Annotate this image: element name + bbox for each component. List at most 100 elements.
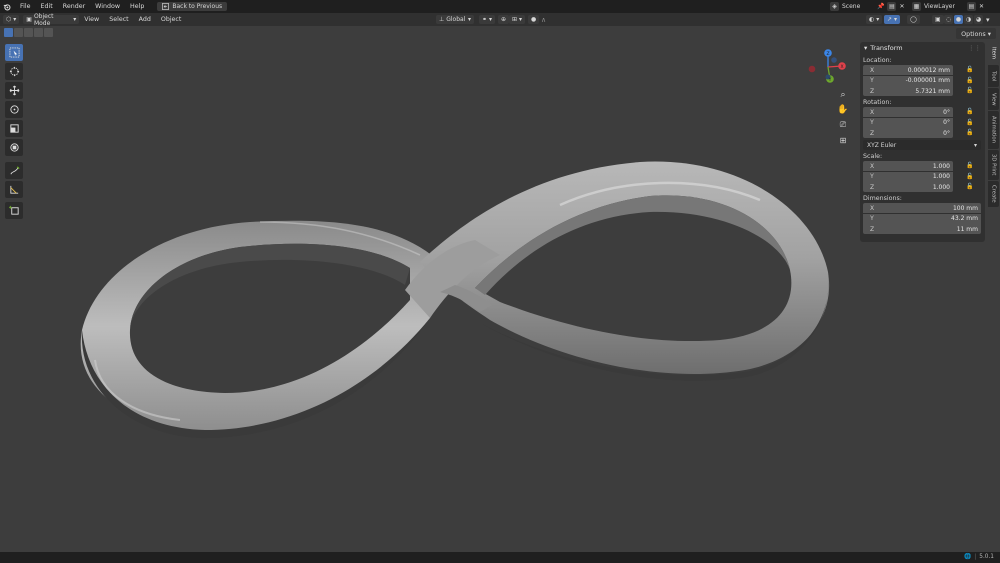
rotation-z-value: 0° bbox=[943, 129, 950, 137]
zoom-button[interactable]: ⌕ bbox=[836, 88, 850, 102]
dimensions-x-field[interactable]: X 100 mm bbox=[863, 203, 981, 213]
3d-viewport[interactable]: Options ▾ X Z Y ⌕ ✋ ⎚ ⊞ ▾ Transform ⋮⋮ L… bbox=[0, 26, 1000, 552]
rotation-mode-dropdown[interactable]: XYZ Euler ▾ bbox=[863, 140, 981, 150]
cursor-tool[interactable] bbox=[5, 63, 23, 80]
lock-icon[interactable]: 🔓 bbox=[966, 77, 974, 85]
pin-icon[interactable]: 📌 bbox=[877, 3, 884, 10]
dimensions-z-field[interactable]: Z 11 mm bbox=[863, 224, 981, 234]
scale-tool[interactable] bbox=[5, 120, 23, 137]
axis-label: X bbox=[869, 204, 875, 212]
transform-tool[interactable] bbox=[5, 139, 23, 156]
menu-file[interactable]: File bbox=[15, 3, 36, 10]
menu-render[interactable]: Render bbox=[58, 3, 90, 10]
new-scene-icon[interactable]: ▤ bbox=[887, 2, 897, 11]
scale-x-field[interactable]: X 1.000 🔓 bbox=[863, 161, 973, 171]
header-menu-view[interactable]: View bbox=[79, 16, 104, 23]
move-tool[interactable] bbox=[5, 82, 23, 99]
rotation-y-field[interactable]: Y 0° 🔓 bbox=[863, 117, 973, 128]
solid-shading-icon[interactable]: ● bbox=[954, 15, 963, 24]
header-menu-add[interactable]: Add bbox=[134, 16, 156, 23]
select-intersect-icon[interactable] bbox=[44, 28, 53, 37]
delete-view-layer-icon[interactable]: ✕ bbox=[979, 3, 984, 10]
rendered-shading-icon[interactable]: ◕ bbox=[974, 15, 983, 24]
material-shading-icon[interactable]: ◑ bbox=[964, 15, 973, 24]
new-view-layer-icon[interactable]: ▤ bbox=[967, 2, 976, 11]
tab-animation[interactable]: Animation bbox=[988, 111, 999, 149]
scene-selector[interactable]: ◈ Scene 📌 ▤ ✕ bbox=[830, 2, 905, 11]
transform-orientation-selector[interactable]: ⊥ Global ▾ bbox=[436, 15, 474, 24]
rotate-icon bbox=[9, 105, 19, 114]
editor-type-icon: ⬡ bbox=[6, 16, 12, 23]
shading-options-chevron-icon[interactable]: ▾ bbox=[986, 16, 990, 24]
options-button[interactable]: Options ▾ bbox=[956, 28, 996, 39]
add-cube-tool[interactable] bbox=[5, 202, 23, 219]
gizmo-toggle[interactable]: ↗ ▾ bbox=[884, 15, 901, 24]
lock-icon[interactable]: 🔓 bbox=[966, 162, 974, 170]
editor-type-button[interactable]: ⬡ ▾ bbox=[3, 15, 20, 24]
delete-scene-icon[interactable]: ✕ bbox=[899, 3, 904, 10]
mode-selector[interactable]: ▣ Object Mode ▾ bbox=[23, 13, 80, 27]
separator: | bbox=[974, 554, 977, 560]
select-invert-icon[interactable] bbox=[34, 28, 43, 37]
perspective-toggle-button[interactable]: ⊞ bbox=[836, 133, 850, 147]
transform-panel-header[interactable]: ▾ Transform ⋮⋮ bbox=[860, 42, 985, 54]
overlay-toggle[interactable]: ◯ bbox=[907, 15, 920, 24]
location-z-field[interactable]: Z 5.7321 mm 🔓 bbox=[863, 86, 973, 96]
camera-view-button[interactable]: ⎚ bbox=[836, 118, 850, 132]
xray-toggle[interactable]: ▣ bbox=[932, 15, 944, 24]
proportional-editing-toggle[interactable]: ● bbox=[528, 15, 540, 24]
tab-item[interactable]: Item bbox=[988, 42, 999, 64]
chevron-down-icon: ▾ bbox=[894, 16, 898, 23]
lock-icon[interactable]: 🔓 bbox=[966, 173, 974, 181]
tab-create[interactable]: Create bbox=[988, 181, 999, 207]
scale-z-field[interactable]: Z 1.000 🔓 bbox=[863, 182, 973, 192]
visibility-selector[interactable]: ◐ ▾ bbox=[866, 15, 883, 24]
object-mode-icon: ▣ bbox=[26, 16, 32, 23]
location-y-field[interactable]: Y -0.000001 mm 🔓 bbox=[863, 75, 973, 86]
select-subtract-icon[interactable] bbox=[24, 28, 33, 37]
blender-logo-icon[interactable] bbox=[3, 3, 11, 11]
viewport-header: ⬡ ▾ ▣ Object Mode ▾ View Select Add Objec… bbox=[0, 13, 1000, 27]
rotation-z-field[interactable]: Z 0° 🔓 bbox=[863, 128, 973, 138]
tab-view[interactable]: View bbox=[988, 88, 999, 110]
back-to-previous-button[interactable]: Back to Previous bbox=[157, 2, 228, 11]
pivot-point-selector[interactable]: ⚭ ▾ bbox=[479, 15, 496, 24]
menu-edit[interactable]: Edit bbox=[36, 3, 58, 10]
wireframe-shading-icon[interactable]: ◌ bbox=[944, 15, 953, 24]
scale-y-field[interactable]: Y 1.000 🔓 bbox=[863, 171, 973, 182]
header-menu-select[interactable]: Select bbox=[104, 16, 133, 23]
3d-cursor-icon bbox=[9, 66, 19, 77]
lock-icon[interactable]: 🔓 bbox=[966, 108, 974, 116]
snap-toggle[interactable]: ⊕ bbox=[498, 15, 510, 24]
view-layer-selector[interactable]: ▦ ViewLayer ▤ ✕ bbox=[912, 2, 984, 11]
location-x-field[interactable]: X 0.000012 mm 🔓 bbox=[863, 65, 973, 75]
gizmo-neg-x-icon[interactable] bbox=[808, 65, 816, 73]
falloff-icon[interactable]: ∧ bbox=[541, 16, 546, 24]
tab-3d-print[interactable]: 3D Print bbox=[988, 150, 999, 180]
measure-tool[interactable] bbox=[5, 181, 23, 198]
rotate-tool[interactable] bbox=[5, 101, 23, 118]
lock-icon[interactable]: 🔓 bbox=[966, 129, 974, 137]
menu-window[interactable]: Window bbox=[90, 3, 125, 10]
lock-icon[interactable]: 🔓 bbox=[966, 183, 974, 191]
annotate-tool[interactable] bbox=[5, 162, 23, 179]
dimensions-y-field[interactable]: Y 43.2 mm bbox=[863, 213, 981, 224]
select-new-icon[interactable] bbox=[4, 28, 13, 37]
select-box-tool[interactable] bbox=[5, 44, 23, 61]
select-extend-icon[interactable] bbox=[14, 28, 23, 37]
rotation-mode-value: XYZ Euler bbox=[867, 141, 897, 149]
lock-icon[interactable]: 🔓 bbox=[966, 119, 974, 127]
tab-tool[interactable]: Tool bbox=[988, 65, 999, 87]
figure-eight-mesh[interactable] bbox=[0, 26, 1000, 552]
pan-button[interactable]: ✋ bbox=[836, 103, 850, 117]
rotation-x-field[interactable]: X 0° 🔓 bbox=[863, 107, 973, 117]
lock-icon[interactable]: 🔓 bbox=[966, 66, 974, 74]
header-menu-object[interactable]: Object bbox=[156, 16, 187, 23]
navigation-gizmo[interactable]: X Z Y bbox=[804, 48, 854, 88]
snap-target-selector[interactable]: ⊞ ▾ bbox=[509, 15, 526, 24]
globe-icon[interactable]: 🌐 bbox=[964, 554, 971, 560]
gizmo-neg-y-icon[interactable] bbox=[831, 57, 837, 63]
drag-handle-icon[interactable]: ⋮⋮ bbox=[968, 44, 981, 52]
lock-icon[interactable]: 🔓 bbox=[966, 87, 974, 95]
menu-help[interactable]: Help bbox=[125, 3, 149, 10]
